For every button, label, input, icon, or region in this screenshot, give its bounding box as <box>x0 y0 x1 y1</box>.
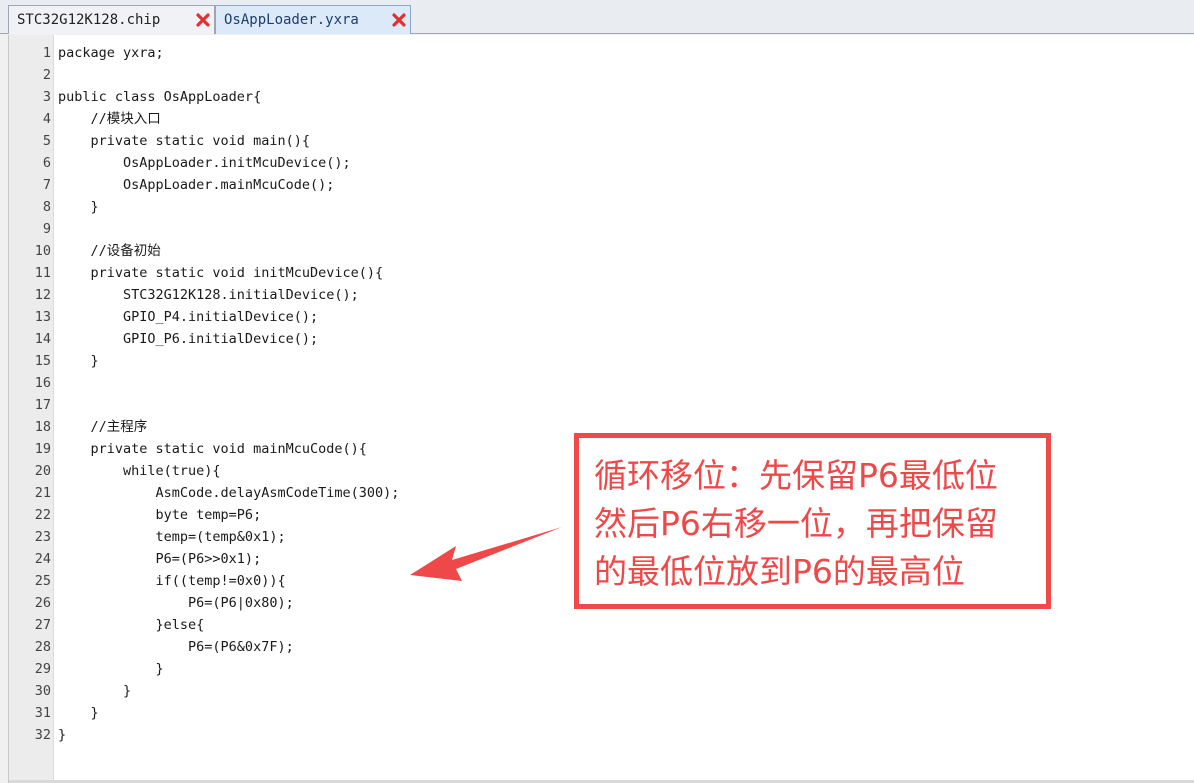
code-text: P6=(P6|0x80); <box>58 595 294 611</box>
arrow-left-icon <box>410 527 562 581</box>
code-line: 1 package yxra; <box>9 42 1194 64</box>
line-number: 30 <box>34 683 51 699</box>
line-number: 26 <box>34 595 51 611</box>
line-number: 20 <box>34 463 51 479</box>
code-text: GPIO_P6.initialDevice(); <box>58 331 319 347</box>
line-number: 19 <box>34 441 51 457</box>
code-text: //主程序 <box>58 419 148 435</box>
code-line: 10 //设备初始 <box>9 240 1194 262</box>
code-line: 7 OsAppLoader.mainMcuCode(); <box>9 174 1194 196</box>
line-number: 13 <box>34 309 51 325</box>
code-text: //设备初始 <box>58 243 161 259</box>
code-line: 31 } <box>9 702 1194 724</box>
code-lines: 1 package yxra; 2 3 public class OsAppLoader… <box>9 42 1194 746</box>
line-number: 7 <box>42 177 51 193</box>
line-number: 22 <box>34 507 51 523</box>
code-line: 32} <box>9 724 1194 746</box>
line-number: 9 <box>42 221 51 237</box>
code-line: 13 GPIO_P4.initialDevice(); <box>9 306 1194 328</box>
code-text: } <box>58 199 99 215</box>
code-line: 16 <box>9 372 1194 394</box>
line-number: 2 <box>42 67 51 83</box>
code-text: STC32G12K128.initialDevice(); <box>58 287 359 303</box>
code-text: } <box>58 353 99 369</box>
code-line: 6 OsAppLoader.initMcuDevice(); <box>9 152 1194 174</box>
line-number: 17 <box>34 397 51 413</box>
line-number: 15 <box>34 353 51 369</box>
code-text: private static void mainMcuCode(){ <box>58 441 367 457</box>
line-number: 14 <box>34 331 51 347</box>
code-line: 15 } <box>9 350 1194 372</box>
line-number: 28 <box>34 639 51 655</box>
code-text: package yxra; <box>58 45 164 61</box>
code-text: while(true){ <box>58 463 221 479</box>
line-number: 27 <box>34 617 51 633</box>
line-number: 3 <box>42 89 51 105</box>
line-number: 8 <box>42 199 51 215</box>
code-line: 30 } <box>9 680 1194 702</box>
line-number: 6 <box>42 155 51 171</box>
line-number: 25 <box>34 573 51 589</box>
code-text: } <box>58 661 164 677</box>
annotation-callout: 循环移位：先保留P6最低位 然后P6右移一位，再把保留 的最低位放到P6的最高位 <box>574 433 1051 609</box>
code-line: 17 <box>9 394 1194 416</box>
line-number: 31 <box>34 705 51 721</box>
code-line: 8 } <box>9 196 1194 218</box>
code-text: private static void main(){ <box>58 133 310 149</box>
code-line: 2 <box>9 64 1194 86</box>
code-text: P6=(P6&0x7F); <box>58 639 294 655</box>
code-line: 9 <box>9 218 1194 240</box>
code-text: //模块入口 <box>58 111 161 127</box>
code-editor[interactable]: 1 package yxra; 2 3 public class OsAppLoader… <box>8 35 1194 783</box>
line-number: 4 <box>42 111 51 127</box>
line-number: 11 <box>34 265 51 281</box>
line-number: 32 <box>34 727 51 743</box>
line-number: 16 <box>34 375 51 391</box>
code-text: OsAppLoader.initMcuDevice(); <box>58 155 351 171</box>
line-number: 24 <box>34 551 51 567</box>
tab-bar: STC32G12K128.chip OsAppLoader.yxra <box>0 0 1194 34</box>
code-line: 5 private static void main(){ <box>9 130 1194 152</box>
tab-label: STC32G12K128.chip <box>17 12 161 28</box>
line-number: 1 <box>42 45 51 61</box>
code-line: 3 public class OsAppLoader{ <box>9 86 1194 108</box>
line-number: 5 <box>42 133 51 149</box>
tab-osapploader-yxra[interactable]: OsAppLoader.yxra <box>215 5 411 34</box>
code-text: if((temp!=0x0)){ <box>58 573 286 589</box>
tab-label: OsAppLoader.yxra <box>224 12 359 28</box>
code-line: 28 P6=(P6&0x7F); <box>9 636 1194 658</box>
code-text: AsmCode.delayAsmCodeTime(300); <box>58 485 400 501</box>
line-number: 21 <box>34 485 51 501</box>
code-text: byte temp=P6; <box>58 507 262 523</box>
code-text: temp=(temp&0x1); <box>58 529 286 545</box>
code-text: } <box>58 705 99 721</box>
code-line: 27 }else{ <box>9 614 1194 636</box>
code-text: }else{ <box>58 617 205 633</box>
code-text: OsAppLoader.mainMcuCode(); <box>58 177 335 193</box>
code-text: private static void initMcuDevice(){ <box>58 265 384 281</box>
annotation-line: 循环移位：先保留P6最低位 <box>594 456 998 495</box>
code-text: } <box>58 727 67 743</box>
tab-stc32g12k128-chip[interactable]: STC32G12K128.chip <box>8 5 215 34</box>
line-number: 18 <box>34 419 51 435</box>
close-icon[interactable] <box>196 13 210 27</box>
line-number: 23 <box>34 529 51 545</box>
line-number: 29 <box>34 661 51 677</box>
code-text: } <box>58 683 132 699</box>
close-icon[interactable] <box>392 13 406 27</box>
code-line: 14 GPIO_P6.initialDevice(); <box>9 328 1194 350</box>
line-number: 10 <box>34 243 51 259</box>
annotation-line: 然后P6右移一位，再把保留 <box>594 504 998 543</box>
annotation-line: 的最低位放到P6的最高位 <box>594 552 965 591</box>
code-text: public class OsAppLoader{ <box>58 89 262 105</box>
code-line: 12 STC32G12K128.initialDevice(); <box>9 284 1194 306</box>
code-line: 4 //模块入口 <box>9 108 1194 130</box>
line-number: 12 <box>34 287 51 303</box>
code-line: 29 } <box>9 658 1194 680</box>
code-text: GPIO_P4.initialDevice(); <box>58 309 319 325</box>
code-text: P6=(P6>>0x1); <box>58 551 262 567</box>
code-line: 11 private static void initMcuDevice(){ <box>9 262 1194 284</box>
